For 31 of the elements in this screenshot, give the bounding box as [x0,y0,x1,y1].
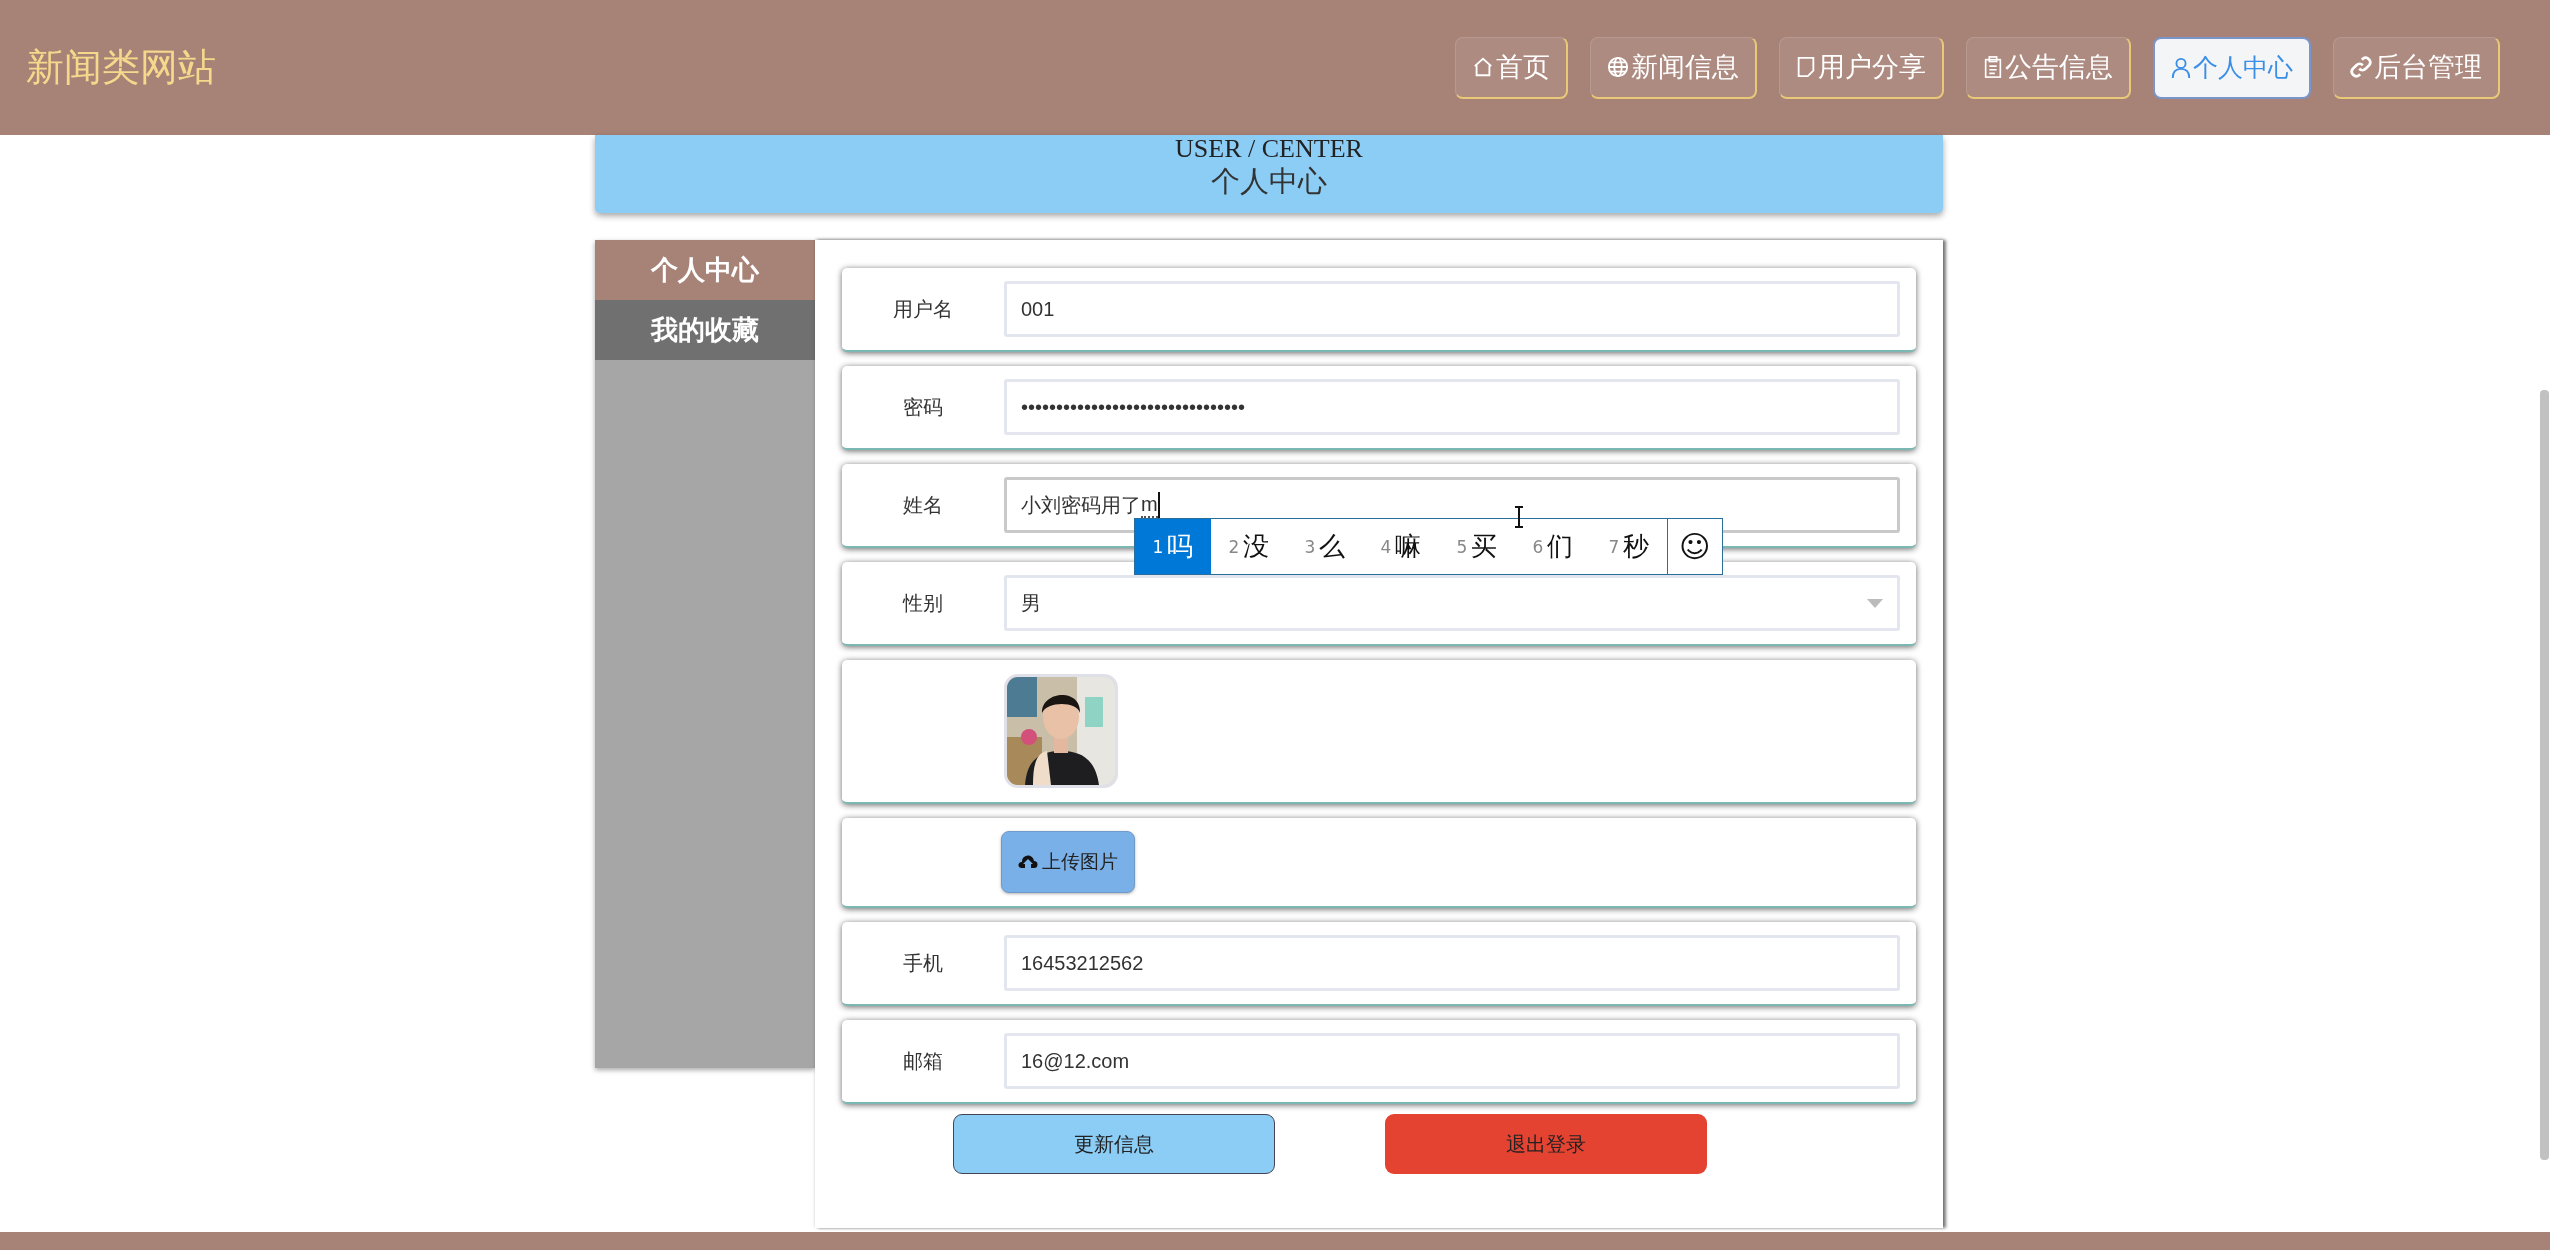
field-label: 密码 [902,394,944,420]
sidebar-item[interactable]: 我的收藏 [595,300,815,360]
clipboard-icon [1983,56,2003,78]
input-field[interactable]: 16453212562 [1004,935,1900,991]
link-icon [2350,56,2372,78]
input-field[interactable]: 16@12.com [1004,1033,1900,1089]
input-field[interactable]: 小刘密码用了m [1004,477,1900,533]
logout-button[interactable]: 退出登录 [1385,1114,1707,1174]
caret-icon [1867,598,1883,608]
ime-candidate[interactable]: 1 吗 [1135,519,1211,574]
text-caret [1157,492,1160,518]
select-field[interactable]: 男 [1004,575,1900,631]
input-field[interactable]: •••••••••••••••••••••••••••••••• [1004,379,1900,435]
cloud-upload-icon [1018,854,1038,870]
home-icon [1472,56,1494,78]
input-field[interactable]: 001 [1004,281,1900,337]
update-button[interactable]: 更新信息 [953,1114,1275,1174]
field-label: 姓名 [902,492,944,518]
person-icon [2171,56,2191,79]
field-label: 手机 [902,950,944,976]
globe-icon [1607,56,1629,78]
upload-button[interactable]: 上传图片 [1001,831,1135,893]
document-icon [1796,56,1816,78]
field-label: 用户名 [892,296,954,322]
banner-title: 个人中心 [1211,164,1327,199]
text-cursor-icon [1514,506,1524,528]
scrollbar[interactable] [2540,390,2549,1160]
field-label: 邮箱 [902,1048,944,1074]
banner-subtitle: USER / CENTER [1175,135,1363,163]
field-label: 性别 [901,590,944,616]
site-title: 新闻类网站 [26,45,216,90]
